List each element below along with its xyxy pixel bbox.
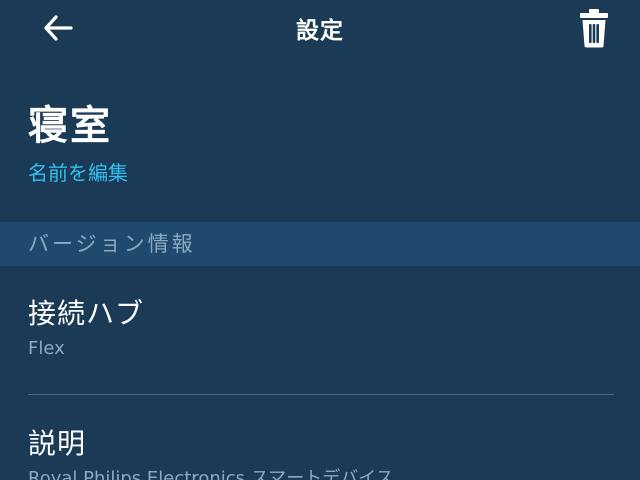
description-value: Royal Philips Electronics スマートデバイス [28,468,394,480]
top-bar: 設定 [0,0,640,56]
connected-hub-row: 接続ハブ Flex [28,296,614,362]
description-row: 説明 Royal Philips Electronics スマートデバイス [28,426,614,480]
section-header-version-info: バージョン情報 [0,222,640,266]
connected-hub-value: Flex [28,338,65,359]
connected-hub-title: 接続ハブ [28,297,145,330]
description-title: 説明 [28,427,87,460]
edit-name-link[interactable]: 名前を編集 [28,159,128,187]
row-divider [28,394,614,395]
trash-icon [580,9,608,48]
delete-button[interactable] [572,4,616,52]
section-header-label: バージョン情報 [28,232,196,256]
settings-screen: 設定 寝室 名前を編集 バージョン情報 接続ハブ Flex 説明 Royal P… [0,0,640,480]
page-title: 設定 [296,18,344,44]
device-name: 寝室 [28,103,112,149]
